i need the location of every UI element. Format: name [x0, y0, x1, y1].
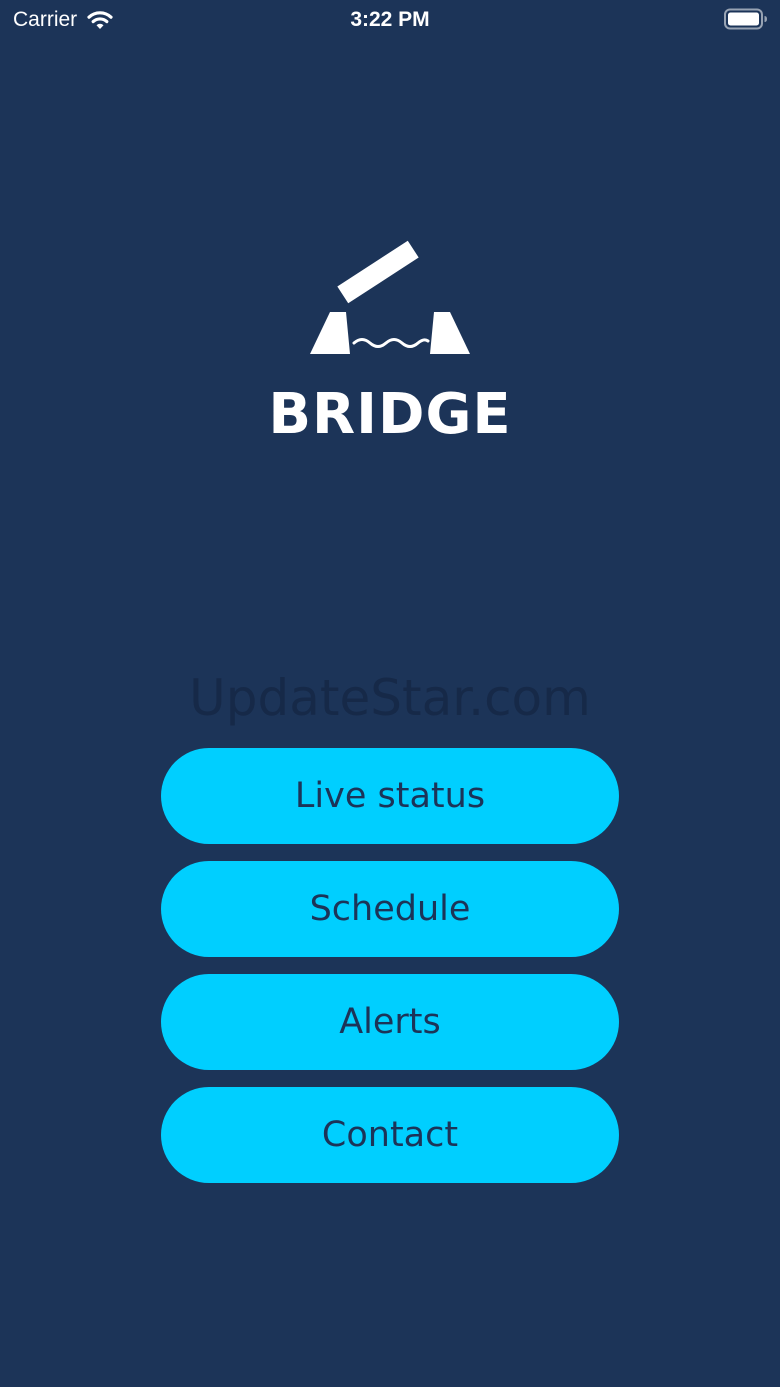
drawbridge-icon: [310, 240, 470, 354]
main-menu: Live status Schedule Alerts Contact: [161, 748, 619, 1200]
live-status-button[interactable]: Live status: [161, 748, 619, 844]
watermark: UpdateStar.com: [189, 669, 591, 727]
schedule-button[interactable]: Schedule: [161, 861, 619, 957]
app-title: BRIDGE: [268, 382, 512, 447]
status-bar: Carrier 3:22 PM: [0, 0, 780, 40]
battery-icon: [724, 8, 767, 30]
contact-button[interactable]: Contact: [161, 1087, 619, 1183]
status-time: 3:22 PM: [350, 8, 430, 31]
alerts-button[interactable]: Alerts: [161, 974, 619, 1070]
